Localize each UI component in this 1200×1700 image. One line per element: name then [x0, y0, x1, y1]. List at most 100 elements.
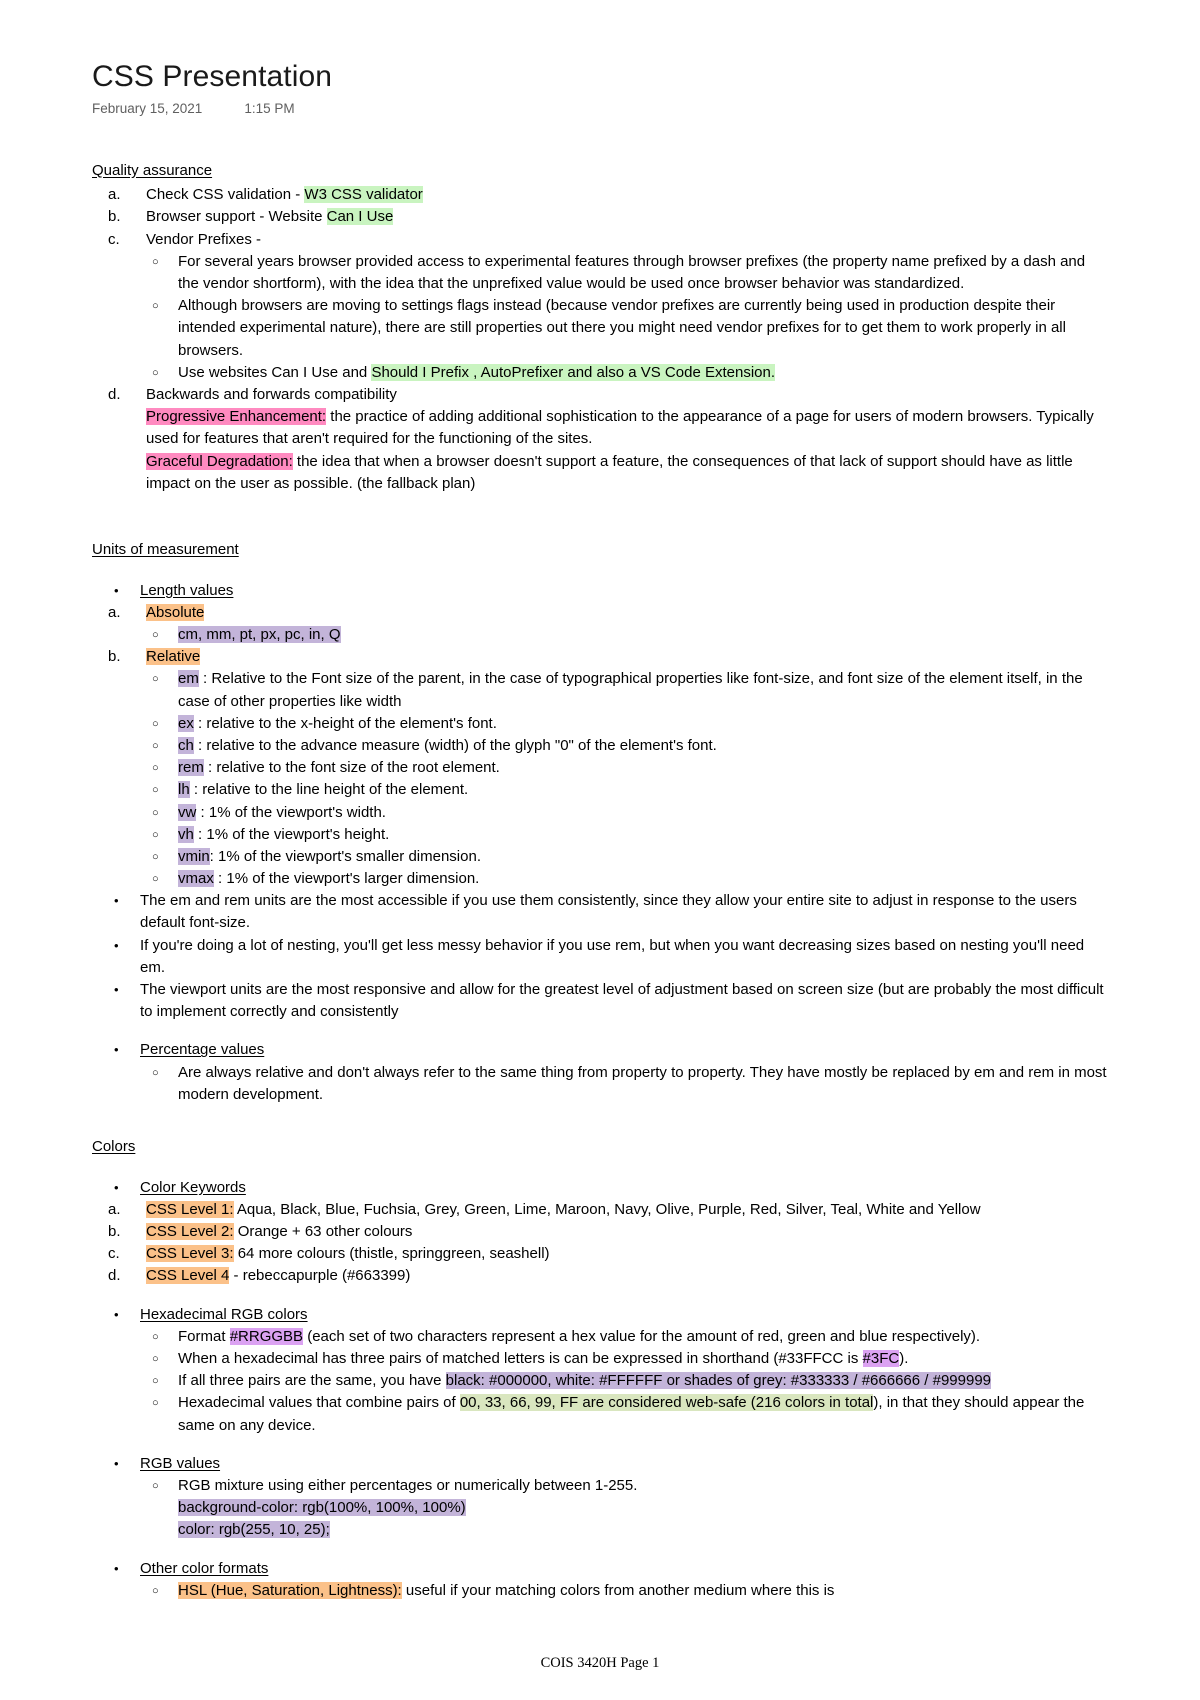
list-marker-circle: ○ [152, 784, 159, 797]
list-marker-circle: ○ [152, 873, 159, 886]
list-marker-circle: ○ [152, 1375, 159, 1388]
css-level-label: CSS Level 1: [146, 1200, 234, 1218]
qa-item-b-text: Browser support - Website [146, 208, 327, 226]
list-item: ○ Although browsers are moving to settin… [152, 295, 1110, 362]
percentage-values-heading: Percentage values [140, 1041, 265, 1059]
list-marker-bullet: • [114, 1306, 119, 1322]
list-marker-circle: ○ [152, 300, 159, 313]
rgb-code-line-1: background-color: rgb(100%, 100%, 100%) [178, 1499, 466, 1517]
list-marker-circle: ○ [152, 629, 159, 641]
list-item: • Percentage values [114, 1039, 1110, 1061]
list-marker-circle: ○ [152, 1066, 159, 1079]
list-item: ○ HSL (Hue, Saturation, Lightness): usef… [152, 1580, 1110, 1602]
qa-vendor-prefix-note-3-highlight: Should I Prefix , AutoPrefixer and also … [371, 363, 776, 381]
list-marker-circle: ○ [152, 1584, 159, 1597]
list-item: ○ rem : relative to the font size of the… [152, 757, 1110, 779]
list-item: b. Browser support - Website Can I Use [108, 206, 1110, 228]
list-item: ○ ch : relative to the advance measure (… [152, 735, 1110, 757]
rgb-values-text: RGB mixture using either percentages or … [178, 1476, 638, 1494]
hex-format-prefix: Format [178, 1327, 230, 1345]
css-level-text: - rebeccapurple (#663399) [229, 1267, 411, 1285]
list-item: b. Relative [108, 646, 1110, 668]
section-heading-units: Units of measurement [92, 540, 239, 558]
list-item: a. Check CSS validation - W3 CSS validat… [108, 184, 1110, 206]
css-level-text: Aqua, Black, Blue, Fuchsia, Grey, Green,… [233, 1200, 981, 1218]
qa-vendor-prefix-note-3-text: Use websites Can I Use and [178, 363, 372, 381]
list-item: ○ Are always relative and don't always r… [152, 1062, 1110, 1106]
list-item: • RGB values [114, 1453, 1110, 1475]
section-heading-quality-assurance: Quality assurance [92, 161, 213, 179]
unit-name: vw [178, 803, 197, 821]
hsl-label: HSL (Hue, Saturation, Lightness): [178, 1581, 402, 1599]
css-level-text: Orange + 63 other colours [233, 1223, 413, 1241]
list-marker-a: a. [108, 1200, 121, 1218]
list-marker-circle: ○ [152, 366, 159, 379]
list-item: a. Absolute [108, 602, 1110, 624]
hex-websafe-prefix: Hexadecimal values that combine pairs of [178, 1394, 460, 1412]
list-marker-circle: ○ [152, 255, 159, 268]
qa-vendor-prefix-note-1: For several years browser provided acces… [178, 252, 1086, 292]
hex-shorthand-suffix: ). [899, 1350, 909, 1367]
progressive-enhancement-label: Progressive Enhancement: [146, 408, 327, 426]
list-marker-a: a. [108, 603, 121, 621]
units-note-3: The viewport units are the most responsi… [140, 981, 1104, 1021]
hex-websafe-highlight: 00, 33, 66, 99, FF are considered web-sa… [459, 1394, 874, 1412]
list-marker-bullet: • [114, 937, 119, 953]
list-marker-circle: ○ [152, 739, 159, 752]
list-marker-c: c. [108, 1245, 120, 1263]
hex-shorthand-highlight: #3FC [862, 1350, 900, 1367]
section-heading-colors: Colors [92, 1137, 136, 1155]
list-item: ○ Hexadecimal values that combine pairs … [152, 1392, 1110, 1436]
units-absolute-list: cm, mm, pt, px, pc, in, Q [178, 626, 341, 643]
graceful-degradation-paragraph: Graceful Degradation: the idea that when… [146, 451, 1110, 495]
document-meta: February 15, 2021 1:15 PM [92, 101, 1110, 116]
list-item: ○ vmax : 1% of the viewport's larger dim… [152, 868, 1110, 890]
list-marker-bullet: • [114, 982, 119, 997]
qa-item-a-highlight: W3 CSS validator [304, 186, 423, 204]
list-marker-b: b. [108, 1223, 121, 1241]
css-level-label: CSS Level 3: [146, 1245, 234, 1263]
list-item: d. CSS Level 4 - rebeccapurple (#663399) [108, 1265, 1110, 1287]
page-footer: COIS 3420H Page 1 [540, 1655, 660, 1671]
list-item: ○ For several years browser provided acc… [152, 251, 1110, 295]
unit-description: : 1% of the viewport's height. [193, 825, 390, 843]
qa-vendor-prefix-note-2: Although browsers are moving to settings… [178, 297, 1066, 359]
unit-name: lh [178, 781, 190, 799]
unit-description: : relative to the advance measure (width… [193, 736, 717, 754]
unit-name: vh [178, 825, 194, 843]
other-color-formats-heading: Other color formats [140, 1559, 269, 1577]
unit-name: ex [178, 714, 194, 732]
units-relative-label: Relative [146, 648, 201, 666]
list-marker-d: d. [108, 1267, 121, 1285]
unit-name: rem [178, 759, 204, 777]
unit-name: vmin [178, 847, 210, 865]
color-keywords-heading: Color Keywords [140, 1178, 246, 1196]
list-marker-circle: ○ [152, 850, 159, 863]
list-item: • The em and rem units are the most acce… [114, 890, 1110, 934]
list-item: b. CSS Level 2: Orange + 63 other colour… [108, 1221, 1110, 1243]
hex-shorthand-prefix: When a hexadecimal has three pairs of ma… [178, 1350, 863, 1367]
list-item: • Color Keywords [114, 1177, 1110, 1199]
list-item: d. Backwards and forwards compatibility [108, 384, 1110, 406]
unit-name: vmax [178, 870, 214, 888]
list-marker-bullet: • [114, 1042, 119, 1058]
list-item: c. CSS Level 3: 64 more colours (thistle… [108, 1243, 1110, 1265]
list-marker-circle: ○ [152, 1479, 159, 1492]
list-item: ○ vh : 1% of the viewport's height. [152, 824, 1110, 846]
list-item: ○ lh : relative to the line height of th… [152, 779, 1110, 801]
list-item: • Other color formats [114, 1558, 1110, 1580]
list-item: c. Vendor Prefixes - [108, 229, 1110, 251]
list-marker-bullet: • [114, 893, 119, 909]
list-item: ○ If all three pairs are the same, you h… [152, 1370, 1110, 1392]
list-marker-bullet: • [114, 1455, 119, 1471]
unit-description: : relative to the line height of the ele… [189, 781, 469, 799]
list-marker-bullet: • [114, 582, 119, 598]
list-item: • If you're doing a lot of nesting, you'… [114, 935, 1110, 979]
unit-name: em [178, 670, 199, 688]
list-marker-b: b. [108, 648, 121, 666]
